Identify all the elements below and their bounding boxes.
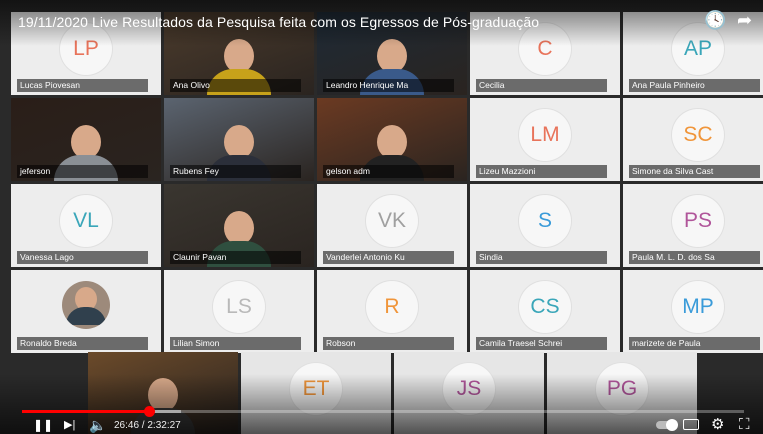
- progress-bar[interactable]: [22, 406, 744, 417]
- participant-tile[interactable]: MP marizete de Paula: [623, 270, 763, 353]
- participant-name: Lilian Simon: [170, 337, 301, 350]
- participant-avatar: R: [366, 281, 418, 334]
- fullscreen-exit-icon[interactable]: ⛶: [739, 417, 750, 433]
- participant-avatar: PS: [672, 195, 724, 248]
- pause-icon[interactable]: ❚❚: [33, 417, 53, 433]
- autoplay-toggle[interactable]: [656, 419, 678, 431]
- participant-name: Simone da Silva Cast: [629, 165, 760, 178]
- participant-grid: LP Lucas Piovesan Ana Olivo Leandro Henriqu…: [11, 12, 763, 353]
- participant-tile[interactable]: LS Lilian Simon: [164, 270, 314, 353]
- played-bar: [22, 410, 150, 413]
- time-display: 26:46 / 2:32:27: [114, 420, 181, 431]
- participant-name: Leandro Henrique Ma: [323, 79, 454, 92]
- participant-avatar: SC: [672, 109, 724, 162]
- video-title[interactable]: 19/11/2020 Live Resultados da Pesquisa f…: [18, 14, 539, 30]
- participant-name: Vanderlei Antonio Ku: [323, 251, 454, 264]
- participant-tile[interactable]: PS Paula M. L. D. dos Sa: [623, 184, 763, 267]
- participant-name: Paula M. L. D. dos Sa: [629, 251, 760, 264]
- gear-icon[interactable]: ⚙: [711, 417, 724, 433]
- participant-tile[interactable]: Claunir Pavan: [164, 184, 314, 267]
- participant-name: marizete de Paula: [629, 337, 760, 350]
- participant-tile[interactable]: VK Vanderlei Antonio Ku: [317, 184, 467, 267]
- participant-tile[interactable]: VL Vanessa Lago: [11, 184, 161, 267]
- participant-avatar: MP: [672, 281, 724, 334]
- participant-name: Lizeu Mazzioni: [476, 165, 607, 178]
- participant-tile[interactable]: SC Simone da Silva Cast: [623, 98, 763, 181]
- participant-name: Camila Traesel Schrei: [476, 337, 607, 350]
- participant-photo: [62, 280, 110, 329]
- volume-icon[interactable]: 🔈: [89, 417, 106, 433]
- participant-avatar: CS: [519, 281, 571, 334]
- participant-tile[interactable]: jeferson: [11, 98, 161, 181]
- participant-name: Cecilia: [476, 79, 607, 92]
- participant-name: Ana Paula Pinheiro: [629, 79, 760, 92]
- participant-tile[interactable]: S Sindia: [470, 184, 620, 267]
- clock-icon[interactable]: 🕓: [704, 10, 726, 30]
- participant-name: Sindia: [476, 251, 607, 264]
- participant-name: Lucas Piovesan: [17, 79, 148, 92]
- participant-tile[interactable]: Ronaldo Breda: [11, 270, 161, 353]
- participant-tile[interactable]: CS Camila Traesel Schrei: [470, 270, 620, 353]
- participant-name: jeferson: [17, 165, 148, 178]
- participant-name: Vanessa Lago: [17, 251, 148, 264]
- title-bar: 19/11/2020 Live Resultados da Pesquisa f…: [0, 0, 763, 46]
- participant-name: Rubens Fey: [170, 165, 301, 178]
- participant-avatar: VK: [366, 195, 418, 248]
- captions-icon[interactable]: [683, 419, 699, 430]
- next-icon[interactable]: ▶|: [64, 417, 75, 433]
- participant-name: Ana Olivo: [170, 79, 301, 92]
- current-time: 26:46: [114, 420, 140, 431]
- participant-tile[interactable]: LM Lizeu Mazzioni: [470, 98, 620, 181]
- participant-avatar: LS: [213, 281, 265, 334]
- participant-avatar: VL: [60, 195, 112, 248]
- participant-tile[interactable]: gelson adm: [317, 98, 467, 181]
- participant-tile[interactable]: R Robson: [317, 270, 467, 353]
- participant-name: Claunir Pavan: [170, 251, 301, 264]
- participant-name: Robson: [323, 337, 454, 350]
- participant-tile[interactable]: Rubens Fey: [164, 98, 314, 181]
- share-arrow-icon[interactable]: ➦: [737, 10, 752, 30]
- participant-avatar: S: [519, 195, 571, 248]
- participant-name: gelson adm: [323, 165, 454, 178]
- participant-avatar: LM: [519, 109, 571, 162]
- video-player[interactable]: LP Lucas Piovesan Ana Olivo Leandro Henriqu…: [0, 0, 763, 434]
- participant-name: Ronaldo Breda: [17, 337, 148, 350]
- scrubber-handle[interactable]: [144, 406, 156, 417]
- duration: 2:32:27: [147, 420, 181, 431]
